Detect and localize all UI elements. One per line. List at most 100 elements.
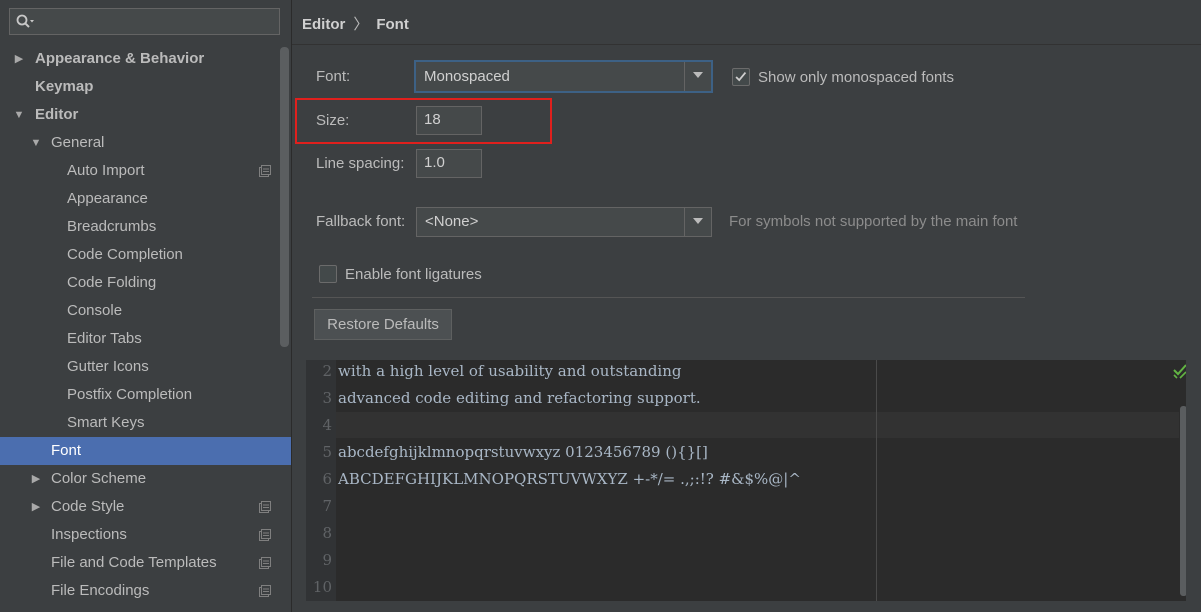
line-number: 5: [322, 443, 332, 461]
sidebar-item[interactable]: Code Folding: [0, 269, 291, 297]
collapsed-arrow-icon[interactable]: ▶: [29, 465, 43, 493]
project-scope-icon: [259, 165, 271, 177]
ligatures-label: Enable font ligatures: [345, 266, 482, 283]
sidebar-item[interactable]: Editor Tabs: [0, 325, 291, 353]
font-combobox[interactable]: Monospaced: [414, 60, 713, 93]
line-number: 4: [322, 416, 332, 434]
expanded-arrow-icon[interactable]: ▼: [12, 101, 26, 129]
sidebar-item[interactable]: Console: [0, 297, 291, 325]
sidebar-item-label: Appearance: [67, 190, 148, 207]
font-preview-editor[interactable]: 2 with a high level of usability and outs…: [306, 360, 1186, 601]
sidebar-item[interactable]: ▼ General: [0, 129, 291, 157]
project-scope-icon: [259, 501, 271, 513]
sidebar-item[interactable]: Code Completion: [0, 241, 291, 269]
sidebar-item-label: Postfix Completion: [67, 386, 193, 403]
sidebar-item-label: Keymap: [35, 78, 94, 95]
sidebar-item-label: General: [51, 134, 105, 151]
size-label: Size:: [316, 112, 350, 129]
sidebar-item-label: Color Scheme: [51, 470, 147, 487]
restore-defaults-button[interactable]: Restore Defaults: [314, 309, 452, 340]
fallback-font-label: Fallback font:: [316, 213, 406, 230]
line-number: 2: [322, 362, 332, 380]
preview-code-line: advanced code editing and refactoring su…: [338, 389, 701, 407]
sidebar-item-label: Console: [67, 302, 123, 319]
sidebar-item-label: Code Style: [51, 498, 125, 515]
project-scope-icon: [259, 585, 271, 597]
preview-code-line: ABCDEFGHIJKLMNOPQRSTUVWXYZ +-*/= .,;:!? …: [338, 470, 801, 488]
font-label: Font:: [316, 68, 351, 85]
checkmark-icon: [735, 71, 747, 82]
collapsed-arrow-icon[interactable]: ▶: [29, 493, 43, 521]
sidebar-item[interactable]: ▼ Editor: [0, 101, 291, 129]
inspection-ok-icon: [1173, 364, 1186, 379]
sidebar-item[interactable]: Breadcrumbs: [0, 213, 291, 241]
fallback-font-value: <None>: [425, 213, 479, 230]
sidebar-item[interactable]: ▶ Color Scheme: [0, 465, 291, 493]
current-line-highlight: [336, 412, 1179, 438]
sidebar-item-label: Smart Keys: [67, 414, 145, 431]
section-divider: [312, 297, 1025, 298]
line-spacing-label: Line spacing:: [316, 155, 405, 172]
sidebar-item-label: Editor: [35, 106, 79, 123]
breadcrumb-parent[interactable]: Editor: [302, 16, 345, 33]
line-number: 6: [322, 470, 332, 488]
breadcrumb: Editor 〉 Font: [302, 13, 409, 33]
project-scope-icon: [259, 529, 271, 541]
font-combobox-value: Monospaced: [424, 68, 510, 85]
fallback-font-combobox[interactable]: <None>: [416, 207, 712, 237]
sidebar-item-label: Inspections: [51, 526, 127, 543]
sidebar-item[interactable]: Auto Import: [0, 157, 291, 185]
chevron-down-icon: [693, 72, 703, 78]
sidebar-item[interactable]: ▶ Code Style: [0, 493, 291, 521]
right-margin-guide: [876, 360, 877, 601]
line-number: 10: [312, 578, 332, 596]
header-divider: [292, 44, 1201, 45]
sidebar-item[interactable]: Keymap: [0, 73, 291, 101]
monospaced-only-checkbox[interactable]: [732, 68, 750, 86]
sidebar-item[interactable]: Gutter Icons: [0, 353, 291, 381]
collapsed-arrow-icon[interactable]: ▶: [12, 45, 26, 73]
fallback-font-hint: For symbols not supported by the main fo…: [729, 213, 1018, 230]
sidebar-item-label: Editor Tabs: [67, 330, 142, 347]
chevron-down-icon: [693, 218, 703, 224]
size-input[interactable]: 18: [416, 106, 482, 135]
line-number: 9: [322, 551, 332, 569]
line-number: 3: [322, 389, 332, 407]
sidebar-item[interactable]: Inspections: [0, 521, 291, 549]
font-settings-panel: Editor 〉 Font Font: Monospaced Show only m…: [292, 0, 1201, 612]
search-input[interactable]: [9, 8, 280, 35]
sidebar-item-label: Appearance & Behavior: [35, 50, 205, 67]
fallback-font-dropdown[interactable]: [684, 208, 711, 236]
sidebar-item[interactable]: Postfix Completion: [0, 381, 291, 409]
sidebar-item-label: Gutter Icons: [67, 358, 149, 375]
sidebar-item[interactable]: Appearance: [0, 185, 291, 213]
line-number: 7: [322, 497, 332, 515]
sidebar-item[interactable]: Smart Keys: [0, 409, 291, 437]
preview-scrollbar[interactable]: [1180, 406, 1186, 596]
font-combobox-dropdown[interactable]: [684, 62, 711, 91]
line-spacing-input[interactable]: 1.0: [416, 149, 482, 178]
breadcrumb-current: Font: [376, 16, 409, 33]
sidebar-item-label: Breadcrumbs: [67, 218, 157, 235]
sidebar-item-label: Code Folding: [67, 274, 157, 291]
expanded-arrow-icon[interactable]: ▼: [29, 129, 43, 157]
sidebar-item-label: Code Completion: [67, 246, 183, 263]
sidebar-scrollbar[interactable]: [280, 47, 289, 347]
settings-sidebar: ▶ Appearance & Behavior Keymap ▼ Editor ▼ Gene…: [0, 0, 292, 612]
preview-code-line: with a high level of usability and outst…: [338, 362, 682, 380]
sidebar-item[interactable]: File and Code Templates: [0, 549, 291, 577]
sidebar-item-label: Auto Import: [67, 162, 145, 179]
monospaced-only-label: Show only monospaced fonts: [758, 69, 954, 86]
search-icon: [16, 14, 34, 28]
sidebar-item[interactable]: ▶ Appearance & Behavior: [0, 45, 291, 73]
breadcrumb-separator: 〉: [353, 16, 369, 33]
project-scope-icon: [259, 557, 271, 569]
ligatures-checkbox[interactable]: [319, 265, 337, 283]
sidebar-item-label: Font: [51, 442, 82, 459]
sidebar-item[interactable]: File Encodings: [0, 577, 291, 605]
line-number: 8: [322, 524, 332, 542]
sidebar-item[interactable]: Font: [0, 437, 291, 465]
sidebar-item-label: File Encodings: [51, 582, 150, 599]
sidebar-item-label: File and Code Templates: [51, 554, 217, 571]
preview-code-line: abcdefghijklmnopqrstuvwxyz 0123456789 ()…: [338, 443, 708, 461]
